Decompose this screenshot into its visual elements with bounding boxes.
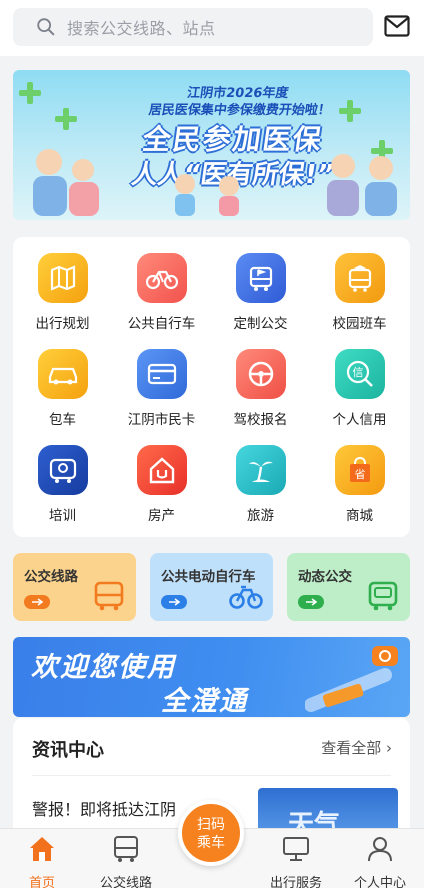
children-illustration — [175, 174, 239, 216]
shopping-bag-icon: 省 — [334, 445, 385, 495]
mail-icon[interactable] — [384, 15, 410, 37]
service-driving-school[interactable]: 驾校报名 — [211, 333, 310, 429]
person-icon — [368, 837, 392, 862]
service-citizen-card[interactable]: 江阴市民卡 — [112, 333, 211, 429]
ticket-icon — [372, 646, 398, 666]
service-grid: 出行规划 公共自行车 定制公交 校园班车 包车 江阴市民卡 驾校报名 信 个人信… — [13, 237, 410, 537]
steering-wheel-icon — [235, 349, 286, 399]
quick-card-title: 公交线路 — [24, 569, 78, 585]
scan-line1: 扫码 — [197, 817, 225, 833]
bicycle-icon — [136, 253, 187, 303]
promo-line1: 欢迎您使用 — [31, 652, 176, 683]
credit-icon: 信 — [334, 349, 385, 399]
search-bar[interactable]: 搜索公交线路、站点 — [13, 8, 373, 46]
card-icon — [136, 349, 187, 399]
tab-bus-lines[interactable]: 公交线路 — [84, 829, 168, 888]
service-label: 包车 — [49, 412, 76, 428]
service-public-bike[interactable]: 公共自行车 — [112, 237, 211, 333]
welcome-banner[interactable]: 欢迎您使用 全澄通 — [13, 637, 410, 717]
bus-signal-icon — [368, 581, 398, 611]
house-icon — [136, 445, 187, 495]
service-personal-credit[interactable]: 信 个人信用 — [310, 333, 409, 429]
tab-label: 公交线路 — [99, 876, 152, 888]
news-item-title[interactable]: 警报！即将抵达江阴 — [32, 796, 176, 820]
news-title: 资讯中心 — [32, 740, 104, 761]
scan-to-ride-button[interactable]: 扫码 乘车 — [178, 800, 244, 866]
service-label: 旅游 — [247, 508, 274, 524]
arrow-right-icon — [24, 595, 50, 609]
banner-line2: 居民医保集中参保缴费开始啦！ — [147, 103, 332, 118]
service-label: 校园班车 — [332, 316, 387, 332]
service-label: 个人信用 — [332, 412, 387, 428]
service-label: 定制公交 — [233, 316, 288, 332]
palm-tree-icon — [235, 445, 286, 495]
bus-illustration — [305, 668, 392, 712]
service-label: 驾校报名 — [233, 412, 288, 428]
bus-flag-icon — [235, 253, 286, 303]
arrow-right-icon — [161, 595, 187, 609]
medical-insurance-banner[interactable]: 江阴市2026年度 居民医保集中参保缴费开始啦！ 全民参加医保 人人“医有所保!… — [13, 70, 410, 220]
bicycle-icon — [229, 585, 263, 609]
chevron-right-icon: › — [386, 739, 392, 757]
service-charter[interactable]: 包车 — [13, 333, 112, 429]
divider — [32, 775, 391, 776]
map-icon — [37, 253, 88, 303]
tab-label: 个人中心 — [353, 876, 406, 888]
car-icon — [37, 349, 88, 399]
quick-card-title: 动态公交 — [298, 569, 352, 585]
service-custom-bus[interactable]: 定制公交 — [211, 237, 310, 333]
svg-text:省: 省 — [354, 468, 365, 481]
tab-label: 首页 — [28, 876, 55, 888]
training-bus-icon — [37, 445, 88, 495]
quick-card-bus-lines[interactable]: 公交线路 — [13, 553, 136, 621]
family-illustration — [33, 149, 99, 216]
service-training[interactable]: 培训 — [13, 429, 112, 525]
quick-card-e-bike[interactable]: 公共电动自行车 — [150, 553, 273, 621]
tab-travel-services[interactable]: 出行服务 — [254, 829, 338, 888]
tab-profile[interactable]: 个人中心 — [338, 829, 422, 888]
news-more-link[interactable]: 查看全部 › — [321, 737, 392, 758]
service-label: 出行规划 — [35, 316, 90, 332]
news-more-label: 查看全部 — [321, 739, 382, 757]
service-label: 商城 — [346, 508, 373, 524]
scan-line2: 乘车 — [197, 835, 225, 851]
elderly-illustration — [327, 154, 397, 216]
arrow-right-icon — [298, 595, 324, 609]
service-travel-planning[interactable]: 出行规划 — [13, 237, 112, 333]
plus-decoration-icon — [55, 108, 77, 130]
service-label: 江阴市民卡 — [127, 412, 196, 428]
promo-line2: 全澄通 — [161, 686, 248, 717]
school-bus-icon — [334, 253, 385, 303]
service-label: 房产 — [148, 508, 175, 524]
search-placeholder: 搜索公交线路、站点 — [67, 19, 216, 38]
service-label: 培训 — [49, 508, 76, 524]
monitor-icon — [283, 837, 309, 861]
top-bar: 搜索公交线路、站点 — [0, 0, 424, 56]
tab-label: 出行服务 — [269, 876, 322, 888]
service-real-estate[interactable]: 房产 — [112, 429, 211, 525]
svg-text:信: 信 — [352, 366, 363, 379]
bus-icon — [114, 836, 138, 862]
service-school-bus[interactable]: 校园班车 — [310, 237, 409, 333]
service-label: 公共自行车 — [127, 316, 196, 332]
service-tourism[interactable]: 旅游 — [211, 429, 310, 525]
bus-icon — [94, 581, 124, 611]
tab-home[interactable]: 首页 — [0, 829, 84, 888]
service-mall[interactable]: 省 商城 — [310, 429, 409, 525]
home-icon — [30, 837, 54, 861]
quick-card-live-bus[interactable]: 动态公交 — [287, 553, 410, 621]
search-icon — [37, 18, 55, 36]
plus-decoration-icon — [19, 82, 41, 104]
